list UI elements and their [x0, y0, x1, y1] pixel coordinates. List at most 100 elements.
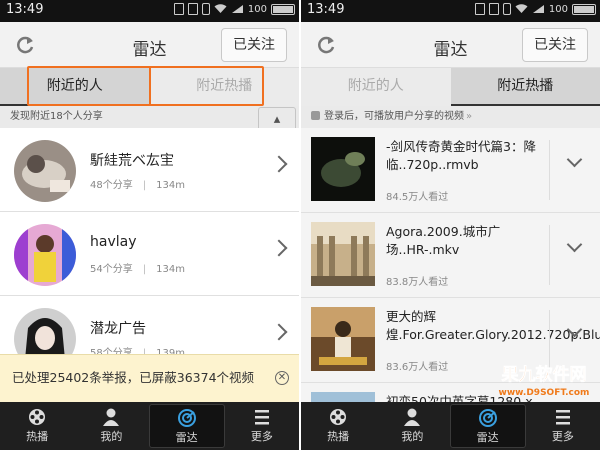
status-time: 13:49 — [307, 2, 345, 17]
chevron-right-icon — [270, 155, 288, 173]
nav-radar[interactable]: 雷达 — [148, 404, 225, 448]
double-chevron-icon: » — [466, 111, 473, 122]
nav-more[interactable]: 更多 — [526, 402, 600, 450]
video-title: 更大的辉煌.For.Greater.Glory.2012.720p.BluRay… — [386, 309, 600, 342]
close-icon[interactable]: ✕ — [275, 371, 289, 385]
bottom-nav: 热播 我的 雷达 更多 — [0, 402, 299, 450]
screenshot-icon — [488, 3, 499, 15]
tab-bar: 附近的人 附近热播 — [301, 68, 600, 106]
nav-label: 热播 — [327, 430, 350, 443]
person-name: havlay — [90, 234, 137, 250]
radar-icon — [478, 409, 497, 427]
info-bar: 登录后，可播放用户分享的视频» — [301, 106, 600, 128]
signal-icon — [532, 5, 544, 13]
film-reel-icon — [29, 409, 46, 425]
person-meta: 54个分享 | 134m — [90, 264, 185, 275]
nav-label: 我的 — [401, 430, 424, 443]
tab-nearby-people[interactable]: 附近的人 — [0, 68, 150, 106]
chevron-right-icon — [270, 323, 288, 341]
sim-icon — [173, 3, 184, 15]
tab-nearby-hot[interactable]: 附近热播 — [450, 68, 600, 106]
status-bar: 13:49 100 — [0, 0, 299, 22]
menu-icon — [555, 410, 570, 425]
distance: 134m — [156, 264, 185, 275]
user-icon — [103, 408, 120, 426]
person-name: 潜龙广告 — [90, 321, 146, 337]
avatar — [14, 140, 76, 202]
status-icons: 100 — [173, 3, 295, 15]
status-time: 13:49 — [6, 2, 44, 17]
nav-label: 雷达 — [175, 431, 198, 444]
tab-nearby-people[interactable]: 附近的人 — [301, 68, 451, 106]
battery-level: 100 — [247, 3, 267, 15]
nav-hot[interactable]: 热播 — [301, 402, 375, 450]
tab-bar: 附近的人 附近热播 — [0, 68, 299, 106]
bottom-nav: 热播 我的 雷达 更多 — [301, 402, 600, 450]
item-divider — [549, 140, 550, 200]
status-bar: 13:49 100 — [301, 0, 600, 22]
video-thumbnail — [311, 307, 375, 371]
share-count: 48个分享 — [90, 180, 133, 191]
sim-icon — [474, 3, 485, 15]
person-meta: 48个分享 | 134m — [90, 180, 185, 191]
item-divider — [549, 225, 550, 285]
view-count: 83.8万人看过 — [386, 277, 449, 288]
list-item[interactable]: -剑风传奇黄金时代篇3：降临..720p..rmvb 84.5万人看过 — [301, 128, 600, 213]
list-item[interactable]: havlay 54个分享 | 134m — [0, 212, 299, 296]
avatar — [14, 224, 76, 286]
battery-icon — [271, 3, 295, 15]
svg-text:www.D9SOFT.com: www.D9SOFT.com — [499, 388, 590, 398]
nav-radar[interactable]: 雷达 — [449, 404, 526, 448]
title-bar: 雷达 已关注 — [0, 22, 299, 68]
nav-label: 我的 — [100, 430, 123, 443]
followed-button[interactable]: 已关注 — [221, 28, 287, 62]
list-item[interactable]: 馸絓荒ベ厷宔 48个分享 | 134m — [0, 128, 299, 212]
vibrate-icon — [502, 3, 511, 15]
status-icons: 100 — [474, 3, 596, 15]
user-icon — [311, 111, 320, 120]
followed-button[interactable]: 已关注 — [522, 28, 588, 62]
distance: 134m — [156, 180, 185, 191]
person-name: 馸絓荒ベ厷宔 — [90, 153, 174, 169]
nav-label: 热播 — [26, 430, 49, 443]
tab-nearby-hot[interactable]: 附近热播 — [149, 68, 299, 106]
toast-text: 已处理25402条举报，已屏蔽36374个视频 — [12, 370, 255, 385]
battery-level: 100 — [548, 3, 568, 15]
people-list: 馸絓荒ベ厷宔 48个分享 | 134m havlay 54个分享 | 134m 潜龙广告… — [0, 128, 299, 380]
film-reel-icon — [330, 409, 347, 425]
svg-text:果九软件网: 果九软件网 — [502, 364, 587, 385]
view-count: 83.6万人看过 — [386, 362, 449, 373]
info-bar: 发现附近18个人分享 — [0, 106, 299, 128]
wifi-icon — [515, 4, 528, 13]
chevron-down-icon[interactable] — [566, 151, 583, 168]
nav-mine[interactable]: 我的 — [74, 402, 148, 450]
radar-icon — [177, 409, 196, 427]
video-thumbnail — [311, 137, 375, 201]
battery-icon — [572, 3, 596, 15]
nav-label: 更多 — [551, 430, 574, 443]
nav-label: 雷达 — [476, 431, 499, 444]
nav-label: 更多 — [250, 430, 273, 443]
report-toast: 已处理25402条举报，已屏蔽36374个视频 ✕ — [0, 354, 299, 402]
d9soft-watermark-logo: 果九软件网 www.D9SOFT.com — [499, 364, 590, 398]
list-item[interactable]: Agora.2009.城市广场..HR-.mkv 83.8万人看过 — [301, 213, 600, 298]
nav-hot[interactable]: 热播 — [0, 402, 74, 450]
info-text: 登录后，可播放用户分享的视频 — [324, 111, 464, 122]
nav-mine[interactable]: 我的 — [375, 402, 449, 450]
nav-more[interactable]: 更多 — [225, 402, 299, 450]
user-icon — [404, 408, 421, 426]
video-thumbnail — [311, 222, 375, 286]
video-title: Agora.2009.城市广场..HR-.mkv — [386, 224, 501, 257]
video-title: -剑风传奇黄金时代篇3：降临..720p..rmvb — [386, 139, 536, 172]
screenshot-icon — [187, 3, 198, 15]
menu-icon — [254, 410, 269, 425]
vibrate-icon — [201, 3, 210, 15]
view-count: 84.5万人看过 — [386, 192, 449, 203]
share-count: 54个分享 — [90, 264, 133, 275]
chevron-down-icon[interactable] — [566, 236, 583, 253]
chevron-right-icon — [270, 239, 288, 257]
left-screen: 13:49 100 雷达 已关注 附近的人 附近热播 发现附近18个人分享 ▴ … — [0, 0, 299, 450]
signal-icon — [231, 5, 243, 13]
wifi-icon — [214, 4, 227, 13]
title-bar: 雷达 已关注 — [301, 22, 600, 68]
